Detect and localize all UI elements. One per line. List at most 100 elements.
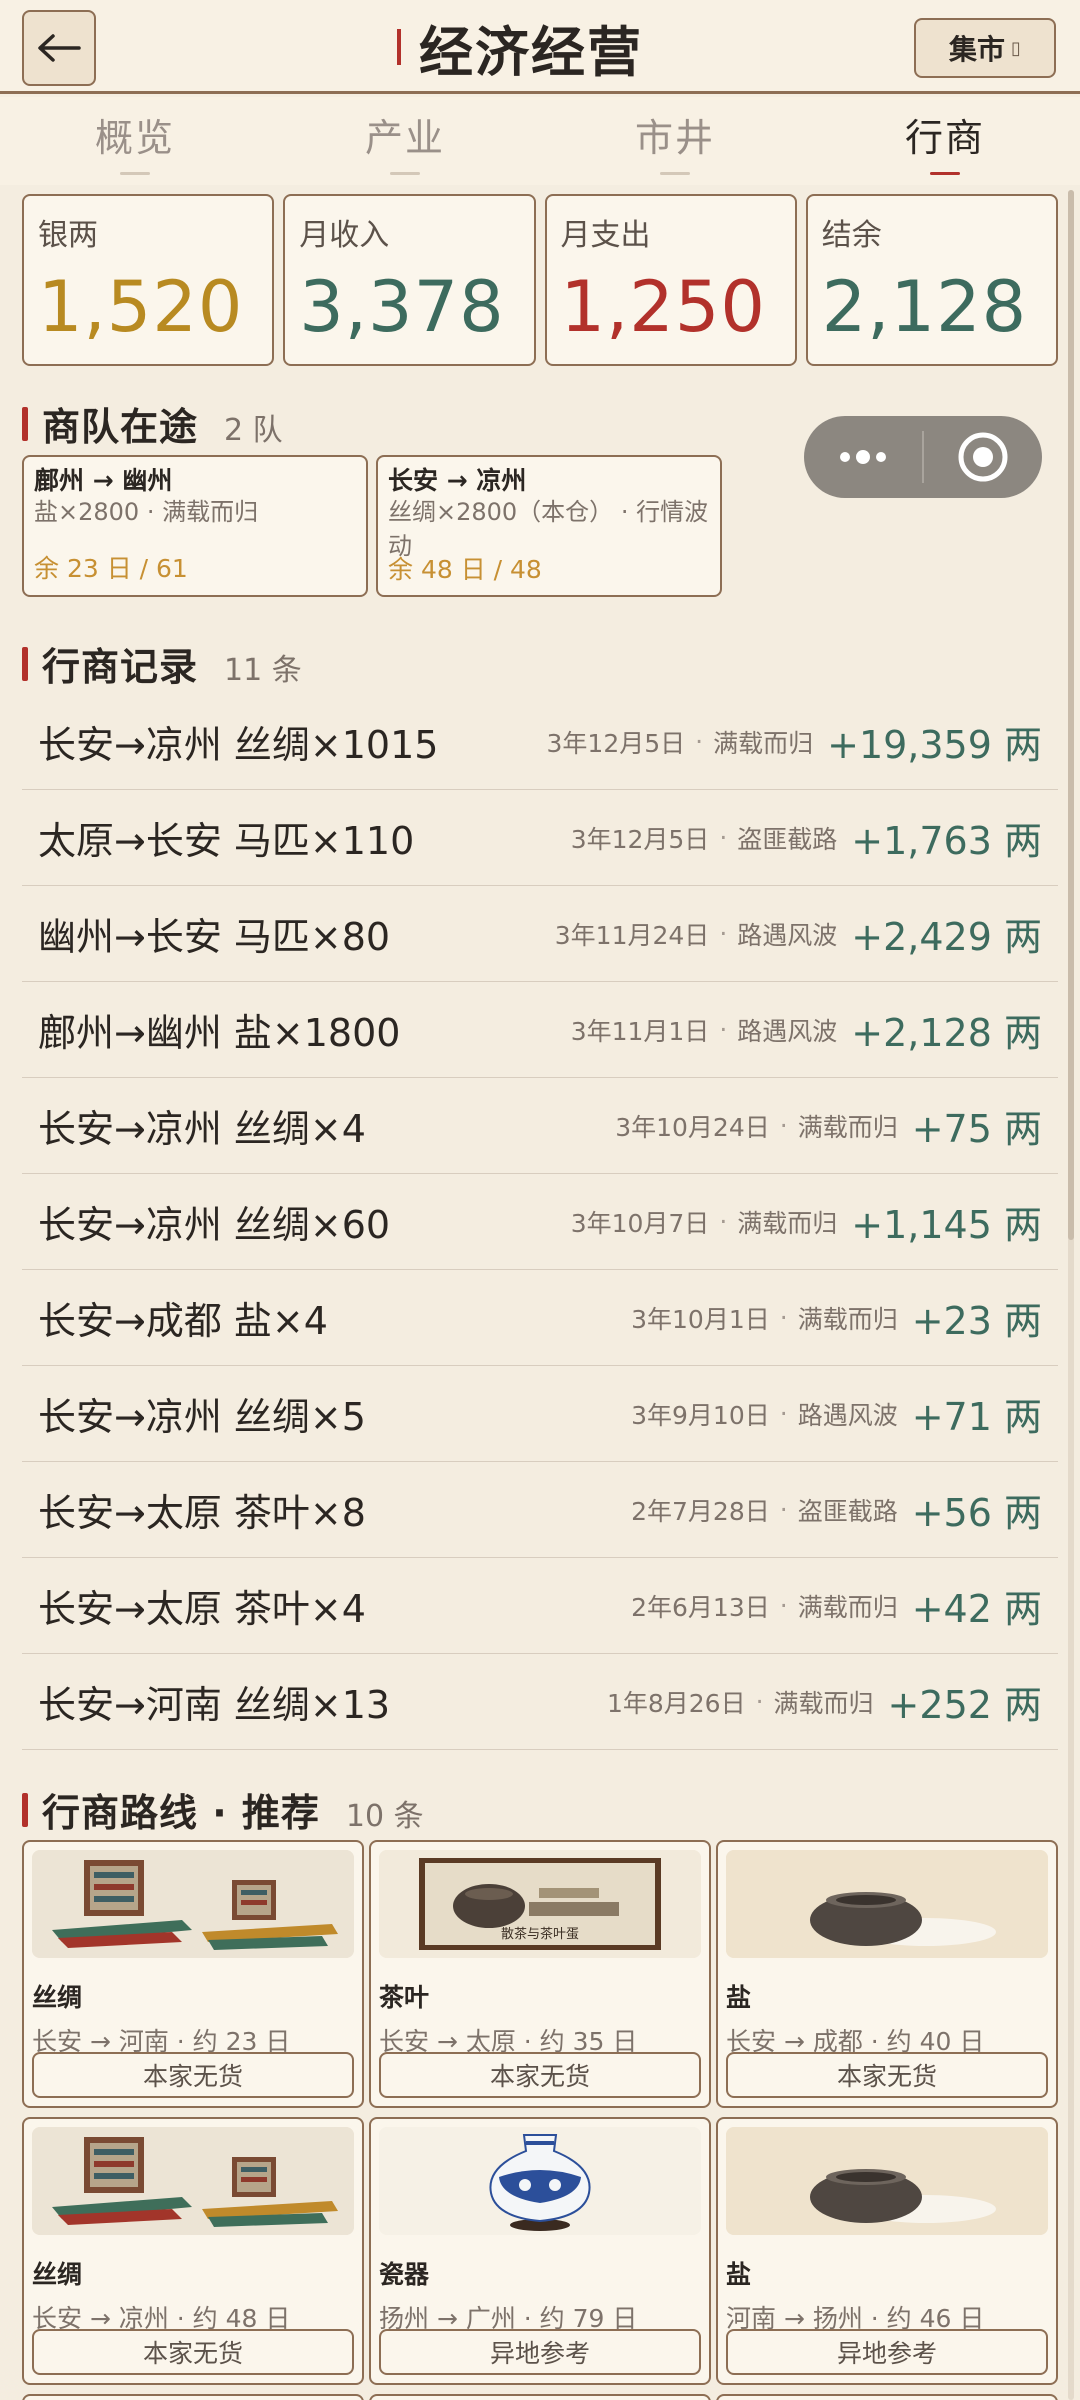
record-date: 3年10月7日 (570, 1208, 710, 1238)
record-title: 长安→太原 茶叶×4 (38, 1587, 366, 1631)
record-separator: · (779, 1399, 788, 1428)
list-item[interactable]: 长安→凉州 丝绸×5 3年9月10日 · 路遇风波 +71 两 (22, 1366, 1058, 1462)
route-action-button[interactable]: 本家无货 (32, 2329, 354, 2375)
stat-value: 2,128 (821, 266, 1028, 348)
target-close-icon (958, 432, 1008, 482)
route-card[interactable] (369, 2394, 711, 2400)
more-dot-icon (840, 452, 850, 462)
record-event: 满载而归 (737, 1208, 838, 1238)
route-goods: 丝绸 (32, 2260, 83, 2289)
section-accent-bar (22, 406, 28, 441)
record-amount: +252 两 (887, 1683, 1042, 1727)
section-title: 商队在途 (42, 405, 199, 449)
record-date: 2年7月28日 (631, 1496, 770, 1526)
caravan-card[interactable]: 长安 → 凉州 丝绸×2800（本仓） · 行情波动 余 48 日 / 48 (376, 455, 722, 597)
more-dot-icon (876, 452, 886, 462)
more-options-button[interactable] (804, 416, 922, 498)
record-event: 盗匪截路 (797, 1496, 898, 1526)
route-goods: 盐 (726, 2260, 752, 2289)
route-card[interactable]: 散茶与茶叶蛋 茶叶 长安 → 太原 · 约 35 日 本家无货 (369, 1840, 711, 2108)
record-separator: · (719, 823, 728, 852)
tab-overview[interactable]: 概览 (0, 97, 270, 185)
record-amount: +23 两 (911, 1299, 1042, 1343)
section-accent-bar (22, 646, 28, 681)
record-right: 3年11月24日 · 路遇风波 +2,429 两 (555, 906, 1042, 961)
record-date: 3年11月24日 (554, 920, 710, 950)
list-item[interactable]: 幽州→长安 马匹×80 3年11月24日 · 路遇风波 +2,429 两 (22, 886, 1058, 982)
route-card[interactable]: 盐 河南 → 扬州 · 约 46 日 异地参考 (716, 2117, 1058, 2385)
stat-value: 1,250 (560, 266, 766, 348)
route-card[interactable]: 丝绸 长安 → 凉州 · 约 48 日 本家无货 (22, 2117, 364, 2385)
scrollbar-thumb[interactable] (1068, 190, 1074, 1240)
record-right: 3年10月24日 · 满载而归 +75 两 (615, 1098, 1042, 1153)
close-mini-program-button[interactable] (924, 416, 1042, 498)
routes-section-heading: 行商路线 · 推荐 10 条 (22, 1782, 424, 1837)
list-item[interactable]: 长安→太原 茶叶×8 2年7月28日 · 盗匪截路 +56 两 (22, 1462, 1058, 1558)
caravans-section-heading: 商队在途 2 队 (22, 396, 283, 451)
record-date: 3年10月1日 (631, 1304, 770, 1334)
record-separator: · (779, 1495, 788, 1524)
caravan-card[interactable]: 鄜州 → 幽州 盐×2800 · 满载而归 余 23 日 / 61 (22, 455, 368, 597)
list-item[interactable]: 鄜州→幽州 盐×1800 3年11月1日 · 路遇风波 +2,128 两 (22, 982, 1058, 1078)
record-separator: · (695, 727, 704, 756)
route-card[interactable]: 丝绸 长安 → 河南 · 约 23 日 本家无货 (22, 1840, 364, 2108)
record-right: 3年10月7日 · 满载而归 +1,145 两 (571, 1194, 1042, 1249)
record-event: 满载而归 (797, 1112, 898, 1142)
list-item[interactable]: 长安→凉州 丝绸×4 3年10月24日 · 满载而归 +75 两 (22, 1078, 1058, 1174)
route-action-button[interactable]: 异地参考 (726, 2329, 1048, 2375)
route-action-button[interactable]: 本家无货 (32, 2052, 354, 2098)
silk-icon (32, 2127, 354, 2235)
list-item[interactable]: 太原→长安 马匹×110 3年12月5日 · 盗匪截路 +1,763 两 (22, 790, 1058, 886)
tab-label: 行商 (904, 116, 985, 160)
stat-label: 结余 (821, 218, 882, 253)
record-separator: · (779, 1591, 788, 1620)
caravan-remaining-days: 余 23 日 / 61 (34, 554, 188, 583)
section-accent-bar (22, 1792, 28, 1827)
record-title: 长安→凉州 丝绸×60 (38, 1203, 391, 1247)
list-item[interactable]: 长安→河南 丝绸×13 1年8月26日 · 满载而归 +252 两 (22, 1654, 1058, 1750)
stat-card-balance: 结余 2,128 (805, 194, 1058, 366)
route-action-button[interactable]: 异地参考 (379, 2329, 701, 2375)
record-title: 长安→太原 茶叶×8 (38, 1491, 366, 1535)
tab-industry[interactable]: 产业 (270, 97, 540, 185)
tab-bar: 概览 产业 市井 行商 (0, 97, 1080, 185)
record-separator: · (779, 1303, 788, 1332)
record-date: 3年12月5日 (570, 824, 710, 854)
economy-page: 经济经营 集市 ▯ 概览 产业 市井 行商 银两 1,520 月收入 3,378… (0, 0, 1080, 2400)
tab-market-street[interactable]: 市井 (540, 97, 810, 185)
stat-card-silver: 银两 1,520 (22, 194, 275, 366)
stat-value: 1,520 (38, 266, 244, 348)
list-item[interactable]: 长安→成都 盐×4 3年10月1日 · 满载而归 +23 两 (22, 1270, 1058, 1366)
record-right: 3年9月10日 · 路遇风波 +71 两 (631, 1386, 1042, 1441)
tab-underline (660, 172, 690, 175)
market-button[interactable]: 集市 ▯ (914, 18, 1056, 78)
record-title: 长安→凉州 丝绸×5 (38, 1395, 366, 1439)
route-action-button[interactable]: 本家无货 (726, 2052, 1048, 2098)
list-item[interactable]: 长安→太原 茶叶×4 2年6月13日 · 满载而归 +42 两 (22, 1558, 1058, 1654)
list-item[interactable]: 长安→凉州 丝绸×1015 3年12月5日 · 满载而归 +19,359 两 (22, 694, 1058, 790)
route-card[interactable] (22, 2394, 364, 2400)
record-event: 满载而归 (713, 728, 814, 758)
stat-card-monthly-expense: 月支出 1,250 (544, 194, 797, 366)
porcelain-icon (379, 2127, 701, 2235)
record-date: 3年11月1日 (570, 1016, 710, 1046)
caravan-route: 鄜州 → 幽州 (34, 466, 173, 495)
record-date: 1年8月26日 (606, 1688, 746, 1718)
tea-icon: 散茶与茶叶蛋 (379, 1850, 701, 1958)
scrollbar[interactable] (1068, 190, 1074, 2400)
caravan-goods: 丝绸×2800（本仓） · 行情波动 (388, 498, 709, 560)
section-count: 10 条 (345, 1799, 424, 1834)
route-card[interactable]: 瓷器 扬州 → 广州 · 约 79 日 异地参考 (369, 2117, 711, 2385)
market-button-label: 集市 (949, 33, 1006, 66)
stat-label: 月支出 (560, 218, 651, 253)
list-item[interactable]: 长安→凉州 丝绸×60 3年10月7日 · 满载而归 +1,145 两 (22, 1174, 1058, 1270)
record-event: 满载而归 (797, 1304, 898, 1334)
route-action-button[interactable]: 本家无货 (379, 2052, 701, 2098)
caravan-route: 长安 → 凉州 (388, 466, 527, 495)
route-card[interactable]: 盐 长安 → 成都 · 约 40 日 本家无货 (716, 1840, 1058, 2108)
salt-icon (726, 1850, 1048, 1958)
stat-card-monthly-income: 月收入 3,378 (283, 194, 536, 366)
record-title: 长安→凉州 丝绸×1015 (38, 723, 439, 767)
tab-trade[interactable]: 行商 (810, 97, 1080, 185)
route-card[interactable] (716, 2394, 1058, 2400)
